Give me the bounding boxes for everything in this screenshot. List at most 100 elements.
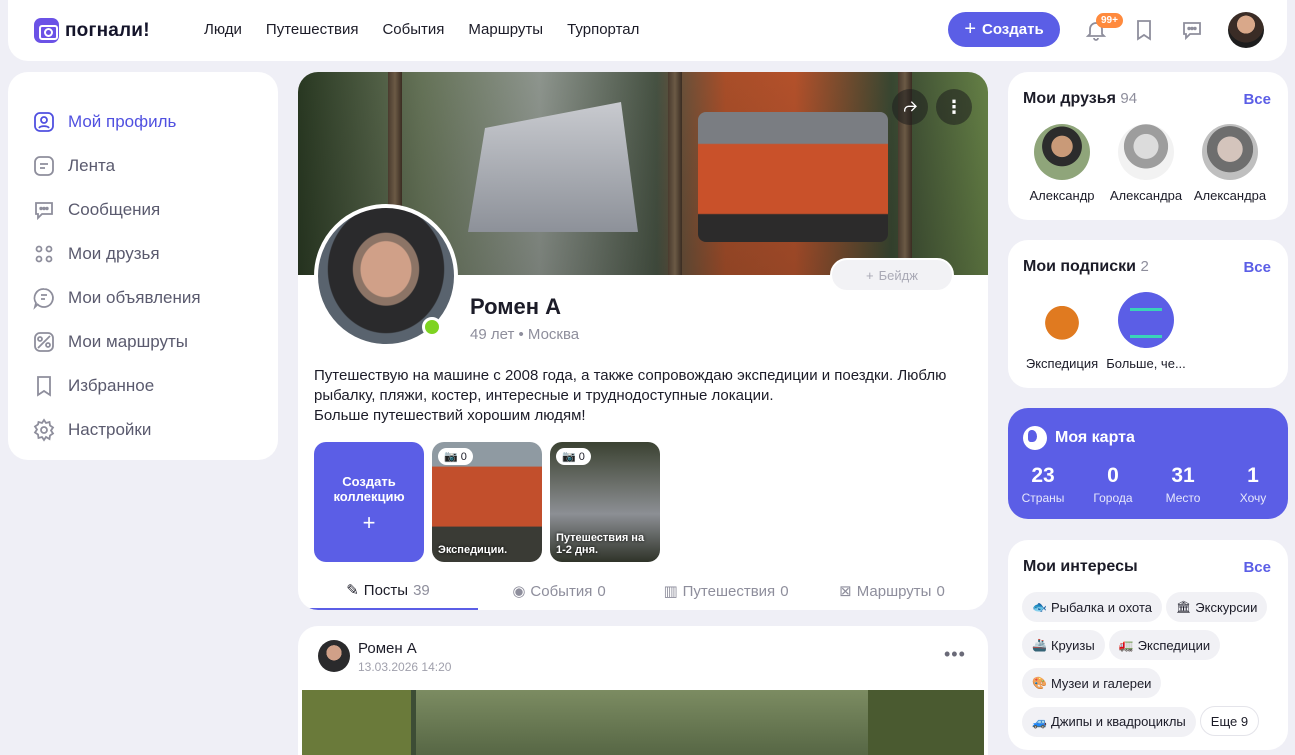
map-stats: 23 Страны 0 Города 31 Место 1 Хочу — [1008, 464, 1288, 505]
sidebar-item-friends[interactable]: Мои друзья — [32, 232, 278, 276]
messages-icon[interactable] — [1180, 18, 1204, 42]
friends-icon — [35, 245, 53, 263]
interest-label: Круизы — [1050, 637, 1095, 653]
cover-tent — [468, 102, 638, 232]
profile-name: Ромен А — [470, 294, 562, 319]
subscriptions-all-link[interactable]: Все — [1243, 259, 1271, 276]
subscription-item[interactable]: Экспедиция — [1022, 292, 1102, 371]
tab-trips[interactable]: ▥ Путешествия 0 — [640, 572, 812, 610]
interest-chip[interactable]: 🐟 Рыбалка и охота — [1022, 592, 1163, 622]
user-avatar[interactable] — [1228, 12, 1264, 48]
post-more-icon[interactable]: ••• — [944, 644, 966, 665]
online-indicator — [422, 317, 442, 337]
feed-icon — [34, 156, 54, 176]
subscription-name: Экспедиция — [1025, 356, 1099, 371]
sidebar-item-routes[interactable]: Мои маршруты — [32, 320, 278, 364]
meta-separator: • — [518, 326, 528, 343]
friend-item[interactable]: Александра — [1106, 124, 1186, 203]
profile-meta: 49 лет • Москва — [470, 326, 579, 343]
stat-label: Хочу — [1239, 491, 1267, 505]
friend-item[interactable]: Александр — [1022, 124, 1102, 203]
logo-icon — [34, 18, 59, 43]
friend-name: Александра — [1109, 188, 1183, 203]
tab-count: 39 — [413, 581, 430, 599]
camera-icon: 📷 — [562, 451, 576, 463]
subscriptions-title-text: Мои подписки — [1023, 258, 1137, 275]
friend-item[interactable]: Александра — [1190, 124, 1270, 203]
share-button[interactable] — [892, 89, 928, 125]
sidebar-item-label: Мои объявления — [68, 288, 201, 307]
create-collection-label: Создать — [342, 474, 396, 489]
main-nav: Люди Путешествия События Маршруты Турпор… — [204, 21, 639, 38]
nav-trips[interactable]: Путешествия — [266, 21, 359, 38]
tab-routes[interactable]: ⊠ Маршруты 0 — [812, 572, 972, 610]
more-button[interactable]: ⋮ — [936, 89, 972, 125]
interest-chip[interactable]: 🚙 Джипы и квадроциклы — [1022, 706, 1196, 737]
stat-label: Города — [1093, 491, 1133, 505]
palette-icon: 🎨 — [1032, 676, 1047, 690]
collection-title: Путешествия на 1-2 дня. — [556, 532, 645, 556]
cover-tree — [668, 72, 682, 275]
create-collection-button[interactable]: Создать коллекцию + — [314, 442, 424, 562]
sidebar-item-label: Избранное — [68, 376, 155, 395]
route-icon — [34, 332, 54, 352]
subscriptions-title: Мои подписки 2 — [1023, 258, 1149, 276]
interest-chip[interactable]: 🚢 Круизы — [1022, 630, 1105, 660]
interest-chip[interactable]: 🏛 Экскурсии — [1166, 592, 1268, 622]
tab-label: События — [530, 582, 593, 600]
stat-label: Страны — [1021, 491, 1065, 505]
sidebar-item-label: Лента — [68, 156, 116, 175]
nav-routes[interactable]: Маршруты — [468, 21, 543, 38]
sidebar-item-favorites[interactable]: Избранное — [32, 364, 278, 408]
post-author[interactable]: Ромен А — [358, 640, 417, 657]
nav-events[interactable]: События — [382, 21, 444, 38]
friends-list: Александр Александра Александра — [1022, 124, 1270, 203]
subscriptions-card: Мои подписки 2 Все Экспедиция Больше, че… — [1008, 240, 1288, 388]
profile-card: ⋮ + Бейдж Ромен А 49 лет • Москва Путеше… — [298, 72, 988, 610]
sidebar-item-settings[interactable]: Настройки — [32, 408, 278, 452]
subscriptions-count: 2 — [1140, 258, 1149, 275]
friends-all-link[interactable]: Все — [1243, 91, 1271, 108]
post-image[interactable] — [302, 690, 984, 755]
top-header: погнали! Люди Путешествия События Маршру… — [8, 0, 1287, 61]
interests-all-link[interactable]: Все — [1243, 559, 1271, 576]
interests-more-button[interactable]: Еще 9 — [1199, 706, 1260, 736]
interests-title: Мои интересы — [1023, 558, 1138, 575]
collection-card[interactable]: 📷 0 Экспедиции. — [432, 442, 542, 562]
create-button[interactable]: + Создать — [948, 12, 1060, 47]
tab-events[interactable]: ◉ События 0 — [478, 572, 640, 610]
map-icon: ▥ — [663, 583, 678, 600]
interest-label: Экспедиции — [1137, 637, 1211, 653]
collection-card[interactable]: 📷 0 Путешествия на 1-2 дня. — [550, 442, 660, 562]
bio-line: Больше путешествий хорошим людям! — [314, 407, 586, 424]
friends-count: 94 — [1120, 90, 1138, 107]
sidebar-item-profile[interactable]: Мой профиль — [32, 100, 278, 144]
sidebar-item-messages[interactable]: Сообщения — [32, 188, 278, 232]
interest-chip[interactable]: 🎨 Музеи и галереи — [1022, 668, 1162, 698]
interest-chip[interactable]: 🚛 Экспедиции — [1108, 630, 1221, 660]
photo-count-value: 0 — [460, 450, 467, 463]
plus-icon: + — [866, 267, 874, 283]
camera-icon: 📷 — [444, 451, 458, 463]
avatar — [1034, 124, 1090, 180]
sidebar-item-label: Мой профиль — [68, 112, 177, 131]
post-author-avatar[interactable] — [318, 640, 350, 672]
nav-people[interactable]: Люди — [204, 21, 242, 38]
stat-value: 1 — [1247, 464, 1259, 487]
collections-row: Создать коллекцию + 📷 0 Экспедиции. 📷 0 … — [314, 442, 660, 562]
logo[interactable]: погнали! — [34, 18, 150, 43]
sidebar-item-label: Настройки — [68, 420, 152, 439]
map-card[interactable]: Моя карта 23 Страны 0 Города 31 Место 1 Хочу — [1008, 408, 1288, 519]
sidebar-item-ads[interactable]: Мои объявления — [32, 276, 278, 320]
bookmark-icon[interactable] — [1132, 18, 1156, 42]
subscription-item[interactable]: Больше, че... — [1106, 292, 1186, 371]
sidebar-item-feed[interactable]: Лента — [32, 144, 278, 188]
add-badge-button[interactable]: + Бейдж — [830, 258, 954, 292]
tab-label: Путешествия — [682, 582, 776, 600]
gear-icon — [33, 418, 55, 442]
fish-icon: 🐟 — [1032, 600, 1047, 614]
tab-posts[interactable]: ✎ Посты 39 — [298, 572, 478, 610]
jeep-icon: 🚙 — [1032, 714, 1047, 729]
photo-count: 📷 0 — [438, 448, 473, 465]
nav-tourportal[interactable]: Турпортал — [567, 21, 639, 38]
